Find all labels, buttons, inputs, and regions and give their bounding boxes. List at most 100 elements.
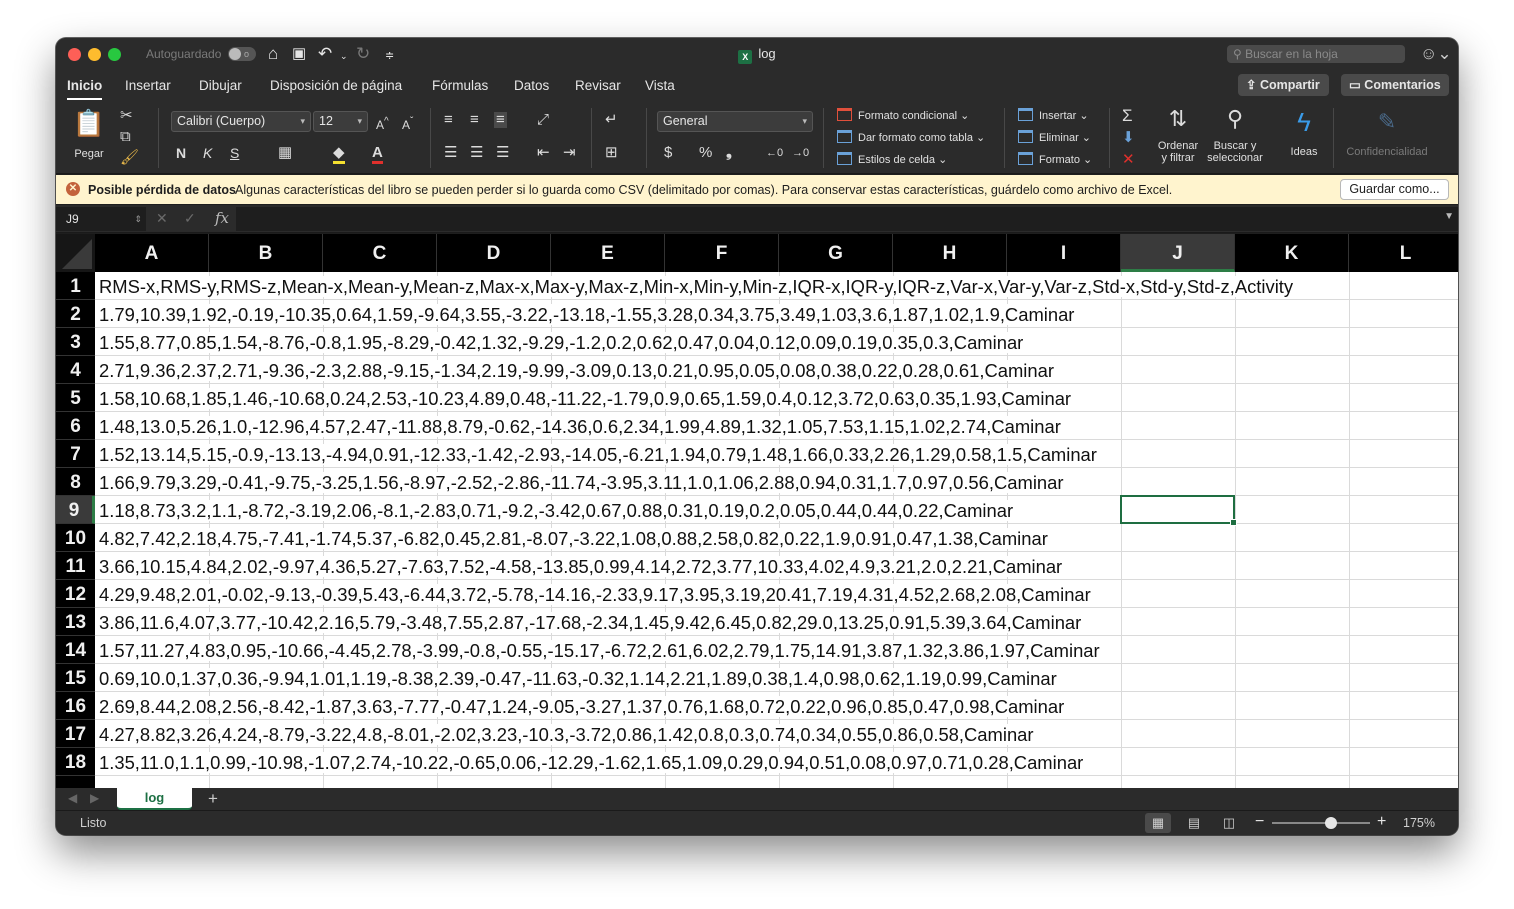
column-header-b[interactable]: B [209,234,323,272]
cut-icon[interactable]: ✂ [120,108,133,124]
row-header-5[interactable]: 5 [56,384,95,412]
row-header-3[interactable]: 3 [56,328,95,356]
zoom-level[interactable]: 175% [1403,816,1435,830]
fill-color-icon[interactable]: ◆ [333,145,345,164]
row-header-15[interactable]: 15 [56,664,95,692]
percent-icon[interactable]: % [699,145,712,161]
copy-icon[interactable]: ⧉ [120,129,131,145]
cell-a8[interactable]: 1.66,9.79,3.29,-0.41,-9.75,-3.25,1.56,-8… [95,468,1066,496]
confidentiality-button[interactable]: ✎ Confidencialidad [1341,106,1433,158]
tab-inicio[interactable]: Inicio [67,78,103,100]
borders-icon[interactable]: ▦ [278,145,292,161]
row-header-16[interactable]: 16 [56,692,95,720]
column-header-f[interactable]: F [665,234,779,272]
cell-a7[interactable]: 1.52,13.14,5.15,-0.9,-13.13,-4.94,0.91,-… [95,440,1099,468]
save-as-button[interactable]: Guardar como... [1340,179,1449,200]
tab-revisar[interactable]: Revisar [575,78,621,93]
row-header-6[interactable]: 6 [56,412,95,440]
row-header-9[interactable]: 9 [56,496,95,524]
tab-datos[interactable]: Datos [514,78,549,93]
cell-a10[interactable]: 4.82,7.42,2.18,4.75,-7.41,-1.74,5.37,-6.… [95,524,1050,552]
italic-button[interactable]: K [203,145,212,161]
row-header-10[interactable]: 10 [56,524,95,552]
comments-button[interactable]: ▭ Comentarios [1341,74,1449,96]
select-all-button[interactable] [56,234,95,272]
increase-decimal-icon[interactable]: ←0 [766,145,783,161]
row-header-1[interactable]: 1 [56,272,95,300]
font-color-icon[interactable]: A [372,145,383,164]
align-center-icon[interactable]: ☰ [470,145,483,161]
ideas-button[interactable]: ϟ Ideas [1283,106,1325,158]
confirm-icon[interactable]: ✓ [184,210,196,227]
feedback-smiley-icon[interactable]: ☺⌄ [1420,44,1452,64]
tab-disposicion[interactable]: Disposición de página [270,78,402,93]
tab-formulas[interactable]: Fórmulas [432,78,488,93]
cell-a5[interactable]: 1.58,10.68,1.85,1.46,-10.68,0.24,2.53,-1… [95,384,1074,412]
cell-a12[interactable]: 4.29,9.48,2.01,-0.02,-9.13,-0.39,5.43,-6… [95,580,1093,608]
add-sheet-button[interactable]: + [208,789,218,809]
zoom-slider[interactable] [1272,817,1370,829]
search-sheet-input[interactable]: ⚲ Buscar en la hoja [1227,45,1405,63]
cells-area[interactable]: RMS-x,RMS-y,RMS-z,Mean-x,Mean-y,Mean-z,M… [95,272,1458,788]
cell-a3[interactable]: 1.55,8.77,0.85,1.54,-8.76,-0.8,1.95,-8.2… [95,328,1026,356]
formula-input[interactable]: ▼ [236,207,1458,231]
currency-icon[interactable]: $ [664,145,672,161]
expand-formula-icon[interactable]: ▼ [1444,211,1454,222]
clear-icon[interactable]: ✕ [1122,152,1135,168]
align-left-icon[interactable]: ☰ [444,145,457,161]
column-header-a[interactable]: A [95,234,209,272]
fill-icon[interactable]: ⬇ [1122,130,1135,146]
cell-a13[interactable]: 3.86,11.6,4.07,3.77,-10.42,2.16,5.79,-3.… [95,608,1084,636]
delete-cells-button[interactable]: Eliminar ⌄ [1018,130,1091,145]
column-header-i[interactable]: I [1007,234,1121,272]
decrease-decimal-icon[interactable]: →0 [792,145,809,161]
underline-button[interactable]: S [230,145,239,161]
normal-view-button[interactable]: ▦ [1145,813,1171,833]
cancel-icon[interactable]: ✕ [156,210,168,227]
tab-vista[interactable]: Vista [645,78,675,93]
column-header-g[interactable]: G [779,234,893,272]
merge-center-icon[interactable]: ⊞ [605,145,618,161]
align-bottom-icon[interactable]: ≡ [494,112,507,128]
paste-button[interactable]: 📋 Pegar [68,108,110,160]
row-header-8[interactable]: 8 [56,468,95,496]
zoom-out-button[interactable]: − [1255,813,1264,831]
conditional-format-button[interactable]: Formato condicional ⌄ [837,108,969,123]
decrease-font-icon[interactable]: Aˇ [402,114,413,133]
cell-styles-button[interactable]: Estilos de celda ⌄ [837,152,947,167]
cell-a15[interactable]: 0.69,10.0,1.37,0.36,-9.94,1.01,1.19,-8.3… [95,664,1059,692]
cell-a4[interactable]: 2.71,9.36,2.37,2.71,-9.36,-2.3,2.88,-9.1… [95,356,1056,384]
insert-function-icon[interactable]: fx [215,209,229,227]
align-right-icon[interactable]: ☰ [496,145,509,161]
share-button[interactable]: ⇪ Compartir [1238,74,1329,96]
row-header-7[interactable]: 7 [56,440,95,468]
row-header-2[interactable]: 2 [56,300,95,328]
name-box[interactable]: J9 ⇕ [56,207,146,231]
sheet-tab-log[interactable]: log [117,788,192,810]
cell-a9[interactable]: 1.18,8.73,3.2,1.1,-8.72,-3.19,2.06,-8.1,… [95,496,1016,524]
row-header-4[interactable]: 4 [56,356,95,384]
format-cells-button[interactable]: Formato ⌄ [1018,152,1092,167]
align-top-icon[interactable]: ≡ [444,112,453,128]
tab-dibujar[interactable]: Dibujar [199,78,242,93]
row-header-11[interactable]: 11 [56,552,95,580]
format-as-table-button[interactable]: Dar formato como tabla ⌄ [837,130,985,145]
next-sheet-icon[interactable]: ▶ [90,791,99,805]
column-header-c[interactable]: C [323,234,437,272]
column-header-e[interactable]: E [551,234,665,272]
row-header-12[interactable]: 12 [56,580,95,608]
cell-a6[interactable]: 1.48,13.0,5.26,1.0,-12.96,4.57,2.47,-11.… [95,412,1063,440]
font-size-select[interactable]: 12 ▾ [313,111,368,132]
wrap-text-icon[interactable]: ↵ [605,112,618,128]
page-break-view-button[interactable]: ◫ [1216,813,1242,833]
row-header-partial[interactable] [56,776,95,788]
row-header-13[interactable]: 13 [56,608,95,636]
tab-insertar[interactable]: Insertar [125,78,171,93]
number-format-select[interactable]: General ▾ [657,111,813,132]
cell-a16[interactable]: 2.69,8.44,2.08,2.56,-8.42,-1.87,3.63,-7.… [95,692,1067,720]
cell-a2[interactable]: 1.79,10.39,1.92,-0.19,-10.35,0.64,1.59,-… [95,300,1077,328]
prev-sheet-icon[interactable]: ◀ [68,791,77,805]
page-layout-view-button[interactable]: ▤ [1181,813,1207,833]
bold-button[interactable]: N [176,145,186,161]
selected-cell[interactable] [1120,495,1237,526]
